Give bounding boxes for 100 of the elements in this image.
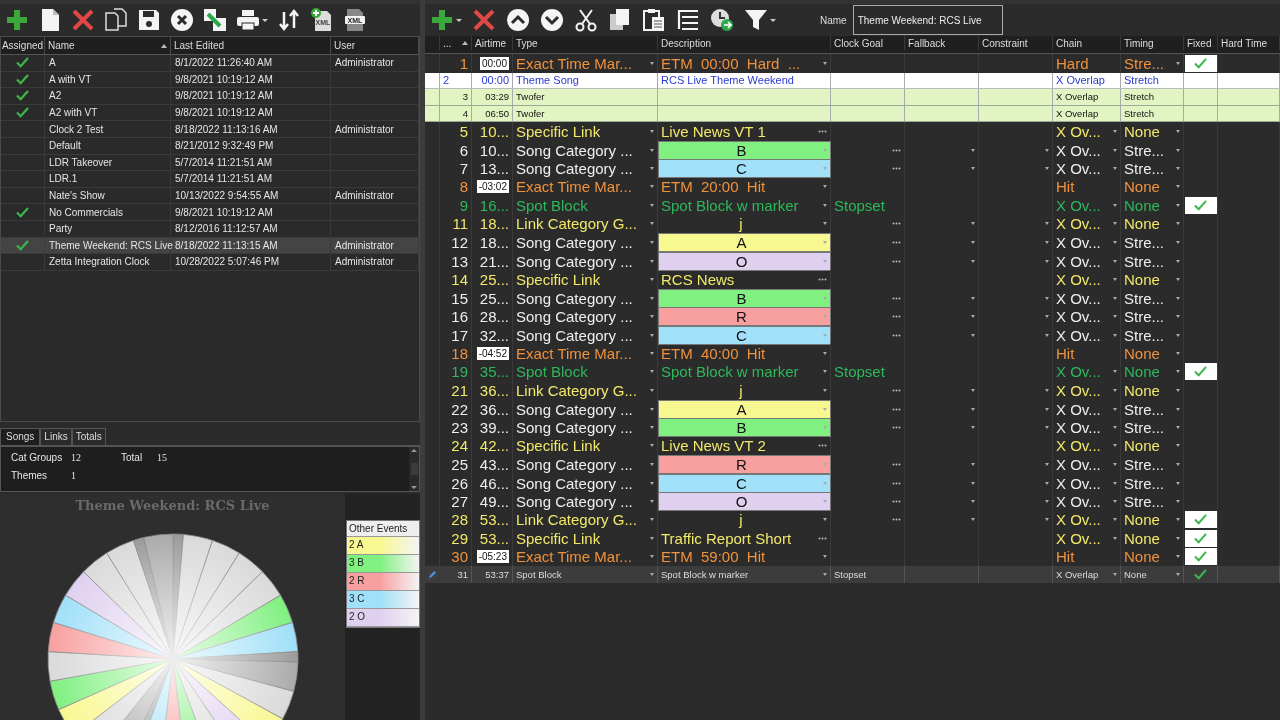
caret-icon[interactable] [650, 222, 654, 226]
caret-icon[interactable] [971, 296, 975, 300]
clock-row[interactable]: LDR Takeover 5/7/2014 11:21:51 AM [1, 154, 419, 172]
caret-icon[interactable] [650, 259, 654, 263]
category-dropdown[interactable]: R [658, 455, 831, 474]
event-row[interactable]: 25 43... Song Category ... R X Ov... Stre... [425, 455, 1280, 474]
caret-icon[interactable] [971, 518, 975, 522]
caret-icon[interactable] [971, 481, 975, 485]
caret-icon[interactable] [1176, 500, 1180, 503]
column-header[interactable]: Constraint [982, 37, 1028, 49]
event-row[interactable]: 12 18... Song Category ... A X Ov... Stre... [425, 233, 1280, 252]
caret-icon[interactable] [1113, 536, 1117, 540]
chain-dropdown[interactable]: X Ov... [1053, 140, 1121, 160]
timing-dropdown[interactable]: Stre... [1121, 325, 1184, 345]
caret-icon[interactable] [650, 203, 654, 207]
caret-icon[interactable] [971, 315, 975, 318]
caret-icon[interactable] [1113, 333, 1117, 337]
caret-icon[interactable] [1113, 241, 1117, 244]
event-row[interactable]: 8 -03:02 Exact Time Mar... ETM 20:00 Hit Hit None [425, 177, 1280, 196]
description-picker[interactable]: Live News VT 1 [658, 122, 831, 141]
caret-icon[interactable] [1113, 296, 1117, 300]
caret-icon[interactable] [1113, 315, 1117, 318]
caret-icon[interactable] [1113, 518, 1117, 522]
event-row[interactable]: 21 36... Link Category G... j X Ov... None [425, 381, 1280, 400]
description-dropdown[interactable]: ETM 40:00 Hit [658, 344, 831, 363]
caret-icon[interactable] [1113, 463, 1117, 466]
category-dropdown[interactable]: A [658, 233, 831, 252]
caret-icon[interactable] [971, 407, 975, 411]
caret-icon[interactable] [456, 18, 462, 22]
type-dropdown[interactable]: Spot Block [513, 196, 658, 215]
event-row[interactable]: 2 00:00 Theme Song RCS Live Theme Weekend X Overlap Stretch [425, 72, 1280, 89]
caret-icon[interactable] [1113, 203, 1117, 207]
import-icon[interactable] [203, 8, 227, 32]
event-row[interactable]: 19 35... Spot Block Spot Block w marker Stopset X Ov... None [425, 362, 1280, 381]
timing-dropdown[interactable]: Stre... [1121, 233, 1184, 252]
column-header[interactable]: Fixed [1187, 37, 1212, 49]
caret-icon[interactable] [1113, 148, 1117, 152]
caret-icon[interactable] [650, 129, 654, 133]
fixed-checkbox[interactable] [1184, 196, 1217, 214]
delete-icon[interactable] [472, 8, 496, 32]
category-dropdown[interactable]: O [658, 492, 831, 511]
category-dropdown[interactable]: B [658, 140, 831, 160]
caret-icon[interactable] [1176, 333, 1180, 337]
timing-dropdown[interactable]: None [1121, 566, 1184, 583]
caret-icon[interactable] [650, 167, 654, 170]
clock-icon[interactable] [710, 8, 734, 32]
column-header[interactable]: User [334, 40, 356, 51]
ellipsis-icon[interactable] [892, 296, 901, 300]
caret-icon[interactable] [1045, 315, 1049, 318]
caret-icon[interactable] [1176, 444, 1180, 448]
caret-icon[interactable] [1113, 407, 1117, 411]
clock-row[interactable]: A 8/1/2022 11:26:40 AM Administrator [1, 55, 419, 72]
caret-icon[interactable] [823, 518, 827, 522]
column-header[interactable]: Description [661, 37, 712, 49]
chain-dropdown[interactable]: X Overlap [1053, 566, 1121, 583]
event-row[interactable]: 15 25... Song Category ... B X Ov... Stre... [425, 288, 1280, 307]
timing-dropdown[interactable]: None [1121, 510, 1184, 529]
caret-icon[interactable] [1176, 463, 1180, 466]
add-icon[interactable] [5, 8, 29, 32]
type-dropdown[interactable]: Exact Time Mar... [513, 177, 658, 196]
fixed-checkbox[interactable] [1184, 54, 1217, 72]
tree-list-icon[interactable] [676, 8, 700, 32]
column-header[interactable]: Name [48, 40, 75, 51]
timing-dropdown[interactable]: Stre... [1121, 418, 1184, 437]
add-icon[interactable] [430, 8, 454, 32]
ellipsis-icon[interactable] [892, 426, 901, 429]
description-picker[interactable]: Traffic Report Short [658, 529, 831, 548]
chain-dropdown[interactable]: X Ov... [1053, 492, 1121, 511]
timing-dropdown[interactable]: None [1121, 362, 1184, 381]
timing-dropdown[interactable]: None [1121, 270, 1184, 289]
copy-icon[interactable] [104, 8, 128, 32]
description-dropdown[interactable]: j [658, 381, 831, 400]
description-dropdown[interactable]: ETM 20:00 Hit [658, 177, 831, 196]
timing-dropdown[interactable]: Stre... [1121, 140, 1184, 160]
category-dropdown[interactable]: C [658, 159, 831, 178]
ellipsis-icon[interactable] [892, 407, 901, 411]
description-dropdown[interactable]: j [658, 510, 831, 529]
caret-icon[interactable] [1176, 315, 1180, 318]
caret-icon[interactable] [1045, 388, 1049, 392]
event-row[interactable]: 26 46... Song Category ... C X Ov... Stre... [425, 473, 1280, 492]
category-dropdown[interactable]: R [658, 307, 831, 326]
event-row[interactable]: 6 10... Song Category ... B X Ov... Stre... [425, 140, 1280, 159]
chain-dropdown[interactable]: X Ov... [1053, 399, 1121, 419]
caret-icon[interactable] [1176, 518, 1180, 522]
caret-icon[interactable] [650, 500, 654, 503]
description-dropdown[interactable]: Spot Block w marker [658, 196, 831, 215]
caret-icon[interactable] [1176, 167, 1180, 170]
caret-icon[interactable] [1176, 222, 1180, 226]
ellipsis-icon[interactable] [892, 518, 901, 522]
caret-icon[interactable] [1045, 500, 1049, 503]
ellipsis-icon[interactable] [818, 129, 827, 133]
caret-icon[interactable] [971, 333, 975, 337]
event-row[interactable]: 7 13... Song Category ... C X Ov... Stre... [425, 159, 1280, 178]
caret-icon[interactable] [971, 259, 975, 263]
caret-icon[interactable] [1045, 407, 1049, 411]
ellipsis-icon[interactable] [818, 536, 827, 540]
caret-icon[interactable] [1113, 444, 1117, 448]
timing-dropdown[interactable]: None [1121, 381, 1184, 400]
ellipsis-icon[interactable] [818, 444, 827, 448]
column-header[interactable]: Assigned [1, 40, 44, 51]
